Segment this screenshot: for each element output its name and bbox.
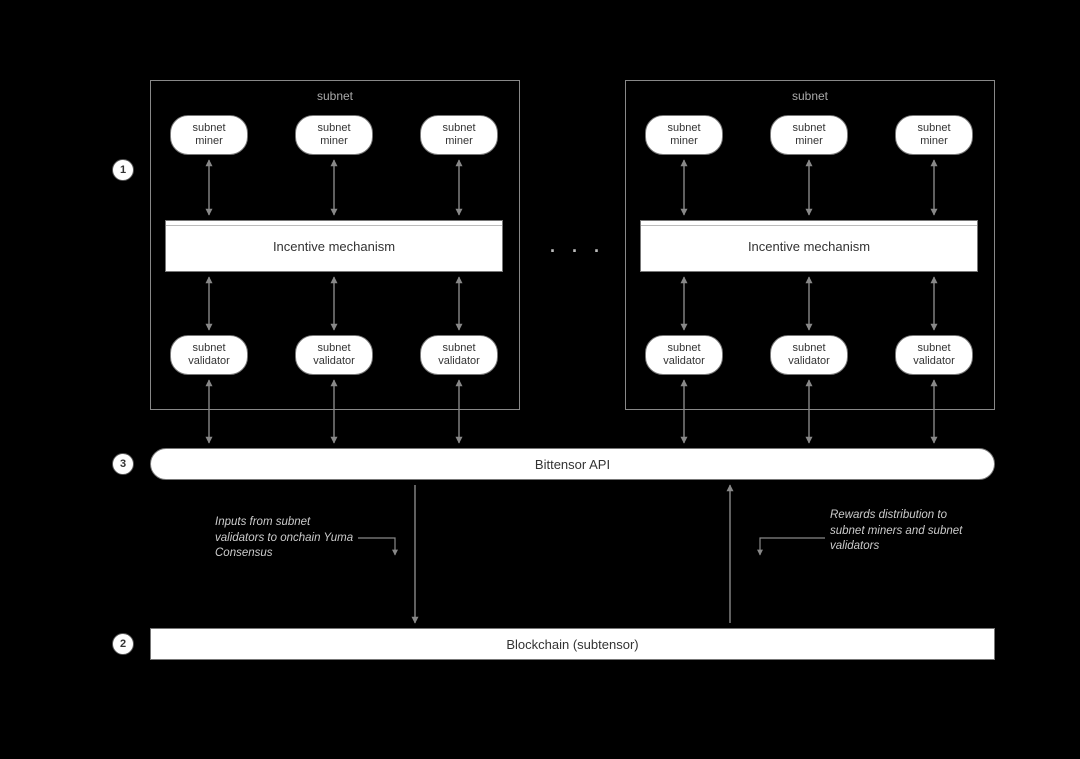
badge-2: 2 <box>112 633 134 655</box>
subnet-miner-2c: subnetminer <box>895 115 973 155</box>
badge-3: 3 <box>112 453 134 475</box>
subnet-miner-1a: subnetminer <box>170 115 248 155</box>
incentive-mechanism-2: Incentive mechanism <box>640 220 978 272</box>
subnet-validator-1b: subnetvalidator <box>295 335 373 375</box>
flow-label-inputs: Inputs from subnet validators to onchain… <box>215 515 355 562</box>
subnet-validator-1c: subnetvalidator <box>420 335 498 375</box>
subnet-validator-1a: subnetvalidator <box>170 335 248 375</box>
badge-1: 1 <box>112 159 134 181</box>
flow-label-rewards: Rewards distribution to subnet miners an… <box>830 508 970 555</box>
subnet-validator-2b: subnetvalidator <box>770 335 848 375</box>
diagram-canvas: 1 3 2 subnet subnetminer subnetminer sub… <box>0 0 1080 759</box>
subnet-miner-1c: subnetminer <box>420 115 498 155</box>
bittensor-api-bar: Bittensor API <box>150 448 995 480</box>
blockchain-bar: Blockchain (subtensor) <box>150 628 995 660</box>
subnet-validator-2c: subnetvalidator <box>895 335 973 375</box>
subnet-title-1: subnet <box>151 89 519 103</box>
subnet-validator-2a: subnetvalidator <box>645 335 723 375</box>
ellipsis: . . . <box>550 236 605 257</box>
subnet-miner-2a: subnetminer <box>645 115 723 155</box>
subnet-miner-1b: subnetminer <box>295 115 373 155</box>
subnet-title-2: subnet <box>626 89 994 103</box>
subnet-miner-2b: subnetminer <box>770 115 848 155</box>
incentive-mechanism-1: Incentive mechanism <box>165 220 503 272</box>
